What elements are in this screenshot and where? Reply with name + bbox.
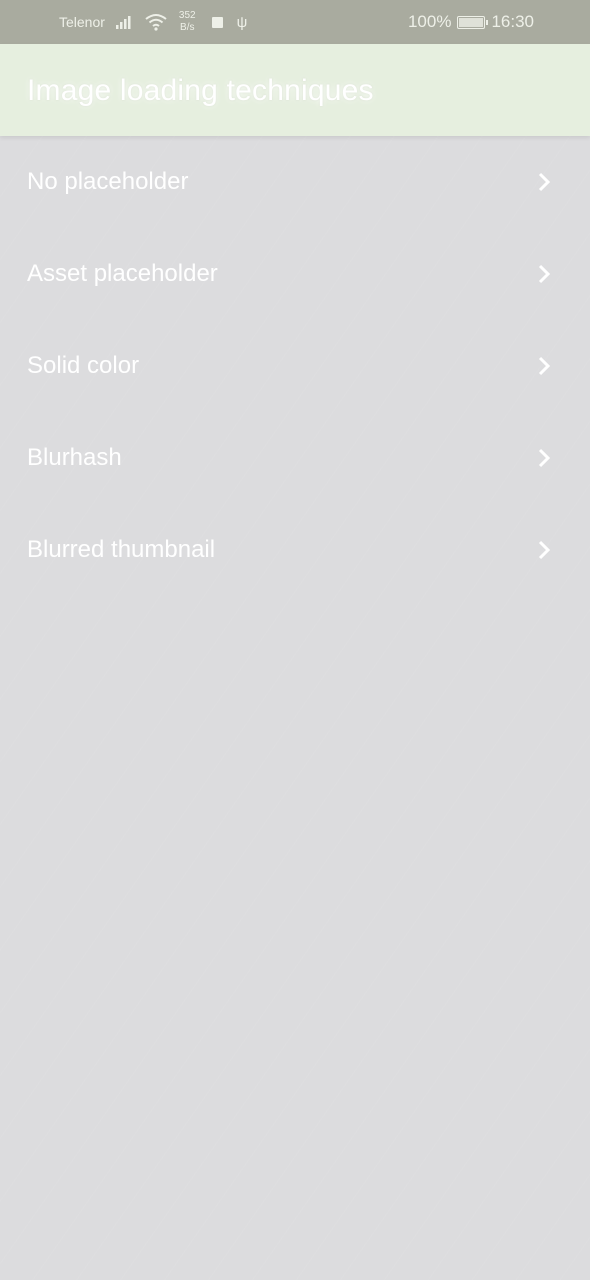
list-item-no-placeholder[interactable]: No placeholder	[0, 136, 590, 228]
usb-icon: ψ	[236, 13, 248, 31]
status-left: Telenor 352 B/s ψ	[59, 0, 247, 44]
network-speed-unit: B/s	[180, 22, 195, 33]
list-item-blurred-thumbnail[interactable]: Blurred thumbnail	[0, 504, 590, 596]
carrier-name: Telenor	[59, 14, 105, 30]
page-title: Image loading techniques	[27, 74, 374, 107]
status-bar: Telenor 352 B/s ψ 100% 16:30	[0, 0, 590, 44]
wifi-icon	[145, 14, 167, 31]
chevron-right-icon	[538, 172, 551, 192]
list-item-asset-placeholder[interactable]: Asset placeholder	[0, 228, 590, 320]
list-item-label: Blurred thumbnail	[27, 536, 216, 563]
app-bar: Image loading techniques	[0, 44, 590, 136]
list-item-blurhash[interactable]: Blurhash	[0, 412, 590, 504]
list-item-label: Blurhash	[27, 444, 122, 471]
status-right: 100% 16:30	[408, 0, 534, 44]
list-item-label: Solid color	[27, 352, 140, 379]
network-speed: 352 B/s	[179, 10, 196, 34]
clock: 16:30	[491, 12, 534, 31]
chevron-right-icon	[538, 448, 551, 468]
battery-fill	[459, 17, 484, 27]
technique-list: No placeholder Asset placeholder Solid c…	[0, 136, 590, 596]
signal-icon	[115, 16, 131, 29]
battery-percent: 100%	[407, 12, 452, 31]
notification-square-icon	[211, 16, 223, 28]
battery-icon	[457, 15, 489, 29]
chevron-right-icon	[538, 540, 551, 560]
list-item-label: Asset placeholder	[27, 260, 218, 287]
network-speed-value: 352	[178, 10, 196, 21]
chevron-right-icon	[538, 356, 551, 376]
list-item-label: No placeholder	[27, 168, 189, 195]
chevron-right-icon	[538, 264, 551, 284]
list-item-solid-color[interactable]: Solid color	[0, 320, 590, 412]
